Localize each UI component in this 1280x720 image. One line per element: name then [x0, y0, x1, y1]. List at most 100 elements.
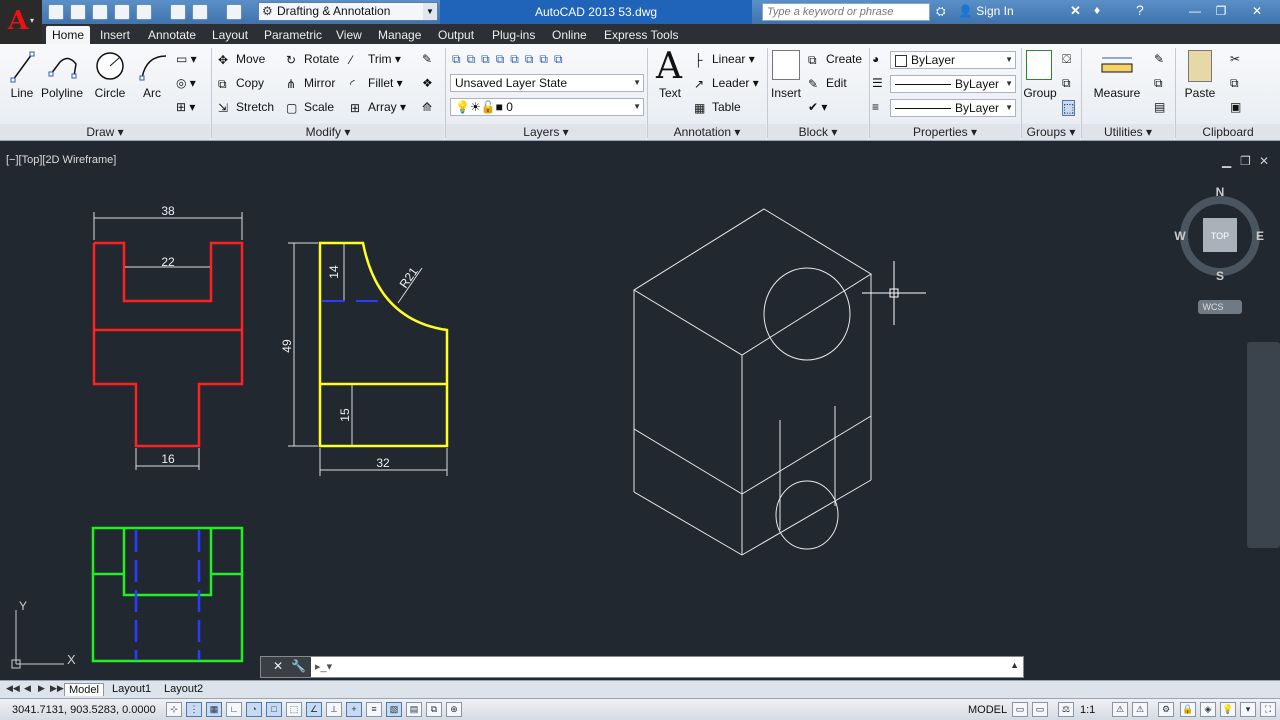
binoculars-icon[interactable]: ⛭ — [936, 4, 946, 19]
table-button[interactable]: ▦ Table — [694, 100, 741, 115]
search-input[interactable]: Type a keyword or phrase — [762, 3, 930, 21]
ungroup-icon[interactable]: ⛋ — [1062, 52, 1071, 67]
polar-tracking-icon[interactable]: ◔ — [246, 702, 262, 717]
compass-w[interactable]: W — [1174, 229, 1186, 243]
layers-panel-title[interactable]: Layers ▾ — [446, 124, 646, 140]
web-mobile-icon[interactable] — [136, 4, 152, 20]
3d-object-snap-icon[interactable]: ⬚ — [286, 702, 302, 717]
hatch-icon[interactable]: ◎ ▾ — [176, 76, 196, 90]
stay-connected-icon[interactable]: ♦ — [1094, 3, 1100, 17]
modify-panel-title[interactable]: Modify ▾ — [212, 124, 444, 140]
infer-constraints-icon[interactable]: ⊹ — [166, 702, 182, 717]
polyline-button[interactable]: Polyline — [40, 86, 84, 100]
next-tab-icon[interactable]: ▶ — [38, 683, 45, 694]
circle-button[interactable]: Circle — [90, 86, 130, 100]
grid-display-icon[interactable]: ▦ — [206, 702, 222, 717]
tab-manage[interactable]: Manage — [372, 26, 427, 44]
text-button[interactable]: Text — [652, 86, 688, 100]
paste-button[interactable]: Paste — [1180, 86, 1220, 100]
annotation-panel-title[interactable]: Annotation ▾ — [648, 124, 766, 140]
transparency-icon[interactable]: ▧ — [386, 702, 402, 717]
quick-view-layouts-icon[interactable]: ▭ — [1012, 702, 1028, 717]
measure-button[interactable]: Measure — [1090, 86, 1144, 100]
status-menu-icon[interactable]: ▾ — [1240, 702, 1256, 717]
match-icon[interactable]: ▣ — [1230, 100, 1241, 114]
annotation-scale-value[interactable]: 1:1 — [1080, 704, 1095, 716]
open-file-icon[interactable] — [70, 4, 86, 20]
viewcube-top[interactable]: TOP — [1211, 231, 1229, 241]
region-icon[interactable]: ⊞ ▾ — [176, 100, 195, 114]
select-all-icon[interactable]: ⧉ — [1154, 76, 1163, 91]
layer-select[interactable]: 💡☀🔓■ 0 ▼ — [450, 98, 644, 116]
cut-icon[interactable]: ✂ — [1230, 52, 1240, 66]
tab-model[interactable]: Model — [64, 683, 104, 696]
drawing-canvas[interactable]: 38 22 16 49 14 15 32 R21 TOP N S W E WCS… — [0, 148, 1280, 680]
explode-icon[interactable]: ❖ — [422, 76, 433, 90]
model-space-button[interactable]: MODEL — [968, 704, 1007, 716]
lock-ui-icon[interactable]: 🔒 — [1180, 702, 1196, 717]
isolate-objects-icon[interactable]: 💡 — [1220, 702, 1236, 717]
tab-annotate[interactable]: Annotate — [142, 26, 202, 44]
lineweight-toggle-icon[interactable]: ≡ — [366, 702, 382, 717]
group-edit-icon[interactable]: ⧉ — [1062, 76, 1071, 91]
create-block-button[interactable]: ⧉ Create — [808, 52, 862, 67]
object-snap-icon[interactable]: □ — [266, 702, 282, 717]
annotation-scale-icon[interactable]: ⚖ — [1058, 702, 1074, 717]
close-icon[interactable]: ✕ — [273, 659, 283, 673]
copy-button[interactable]: ⧉ Copy — [218, 76, 264, 91]
quick-select-icon[interactable]: ✎ — [1154, 52, 1164, 66]
match-properties-icon[interactable]: ◕ — [872, 52, 879, 66]
prev-tab-icon[interactable]: ◀ — [24, 683, 31, 694]
edit-block-button[interactable]: ✎ Edit — [808, 76, 847, 91]
command-history-icon[interactable]: ▲ — [1010, 660, 1019, 670]
undo-icon[interactable] — [192, 4, 208, 20]
help-icon[interactable]: ? — [1136, 2, 1144, 18]
exchange-icon[interactable]: ✕ — [1070, 3, 1081, 19]
copy-clip-icon[interactable]: ⧉ — [1230, 76, 1239, 91]
quick-properties-icon[interactable]: ▤ — [406, 702, 422, 717]
command-prompt-icon[interactable]: ▸_▾ — [315, 660, 335, 674]
plot-icon[interactable] — [170, 4, 186, 20]
snap-mode-icon[interactable]: ⋮ — [186, 702, 202, 717]
move-button[interactable]: ✥ Move — [218, 52, 265, 67]
tab-output[interactable]: Output — [432, 26, 480, 44]
drawing-viewport[interactable]: [−][Top][2D Wireframe] ▁ ❐ ✕ 38 22 16 49… — [0, 148, 1280, 680]
application-menu-button[interactable]: A ▾ — [0, 0, 42, 44]
quick-view-drawings-icon[interactable]: ▭ — [1032, 702, 1048, 717]
rectangle-icon[interactable]: ▭ ▾ — [176, 52, 197, 66]
ortho-mode-icon[interactable]: ∟ — [226, 702, 242, 717]
wrench-icon[interactable]: 🔧 — [291, 659, 306, 673]
tab-layout2[interactable]: Layout2 — [160, 683, 207, 695]
save-icon[interactable] — [92, 4, 108, 20]
utilities-panel-title[interactable]: Utilities ▾ — [1082, 124, 1174, 140]
group-button[interactable]: Group — [1022, 86, 1058, 100]
offset-icon[interactable]: ⟰ — [422, 100, 432, 114]
navigation-bar[interactable] — [1247, 342, 1280, 548]
group-selection-icon[interactable]: ⬚ — [1062, 100, 1076, 116]
lineweight-select[interactable]: ByLayer ▼ — [890, 99, 1016, 117]
first-tab-icon[interactable]: ◀◀ — [6, 683, 20, 694]
rotate-button[interactable]: ↻ Rotate — [286, 52, 339, 67]
block-panel-title[interactable]: Block ▾ — [768, 124, 868, 140]
command-line[interactable]: ✕ 🔧 ▸_▾ ▲ — [260, 656, 1024, 678]
hardware-acceleration-icon[interactable]: ◈ — [1200, 702, 1216, 717]
line-button[interactable]: Line — [4, 86, 40, 100]
tab-view[interactable]: View — [330, 26, 368, 44]
leader-button[interactable]: ↗ Leader ▾ — [694, 76, 759, 91]
auto-scale-icon[interactable]: ⚠ — [1132, 702, 1148, 717]
last-tab-icon[interactable]: ▶▶ — [50, 683, 64, 694]
save-as-icon[interactable] — [114, 4, 130, 20]
compass-s[interactable]: S — [1216, 269, 1224, 283]
restore-icon[interactable]: ❐ — [1210, 2, 1232, 20]
annotation-monitor-icon[interactable]: ⊕ — [446, 702, 462, 717]
command-input[interactable] — [341, 659, 1011, 675]
arc-button[interactable]: Arc — [134, 86, 170, 100]
tab-insert[interactable]: Insert — [94, 26, 136, 44]
viewcube[interactable]: TOP N S W E WCS — [1174, 185, 1264, 314]
linetype-select[interactable]: ByLayer ▼ — [890, 75, 1016, 93]
layer-state-select[interactable]: Unsaved Layer State ▼ — [450, 74, 644, 92]
scale-button[interactable]: ▢ Scale — [286, 100, 334, 115]
minimize-icon[interactable]: — — [1184, 2, 1206, 20]
selection-cycling-icon[interactable]: ⧉ — [426, 702, 442, 717]
insert-button[interactable]: Insert — [768, 86, 804, 100]
